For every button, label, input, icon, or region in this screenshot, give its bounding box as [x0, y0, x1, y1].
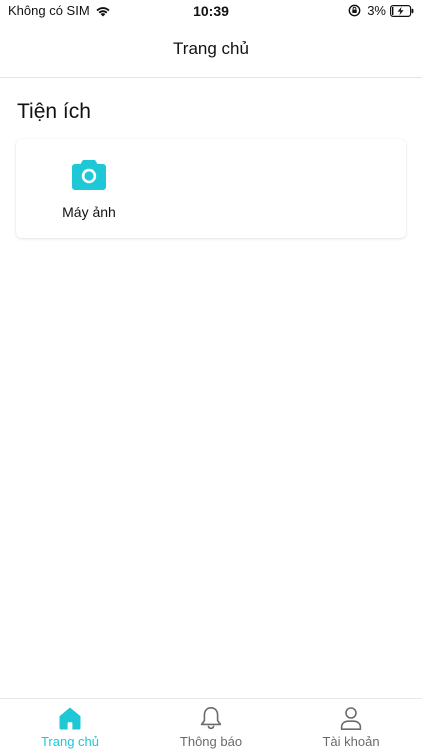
camera-label: Máy ảnh	[62, 204, 116, 220]
tab-account[interactable]: Tài khoản	[281, 699, 421, 751]
nav-header: Trang chủ	[0, 22, 422, 78]
bottom-tab-bar: Trang chủ Thông báo Tài khoản	[0, 698, 422, 750]
tab-notifications[interactable]: Thông báo	[141, 699, 281, 751]
battery-charging-icon	[390, 4, 414, 17]
user-icon	[340, 707, 362, 730]
tab-account-label: Tài khoản	[322, 734, 380, 749]
bell-icon	[200, 707, 222, 730]
rotation-lock-icon	[348, 4, 361, 17]
battery-percent: 3%	[367, 3, 386, 18]
section-title: Tiện ích	[17, 100, 91, 123]
page-title: Trang chủ	[173, 39, 249, 58]
tab-home[interactable]: Trang chủ	[0, 699, 140, 751]
camera-icon	[71, 157, 107, 191]
utilities-card: Máy ảnh	[16, 139, 406, 238]
status-bar: Không có SIM 10:39 3%	[0, 0, 422, 22]
home-icon	[59, 707, 81, 730]
tab-notifications-label: Thông báo	[179, 734, 243, 749]
status-right: 3%	[348, 3, 414, 18]
tab-home-label: Trang chủ	[40, 734, 100, 749]
camera-utility-button[interactable]: Máy ảnh	[46, 153, 132, 229]
